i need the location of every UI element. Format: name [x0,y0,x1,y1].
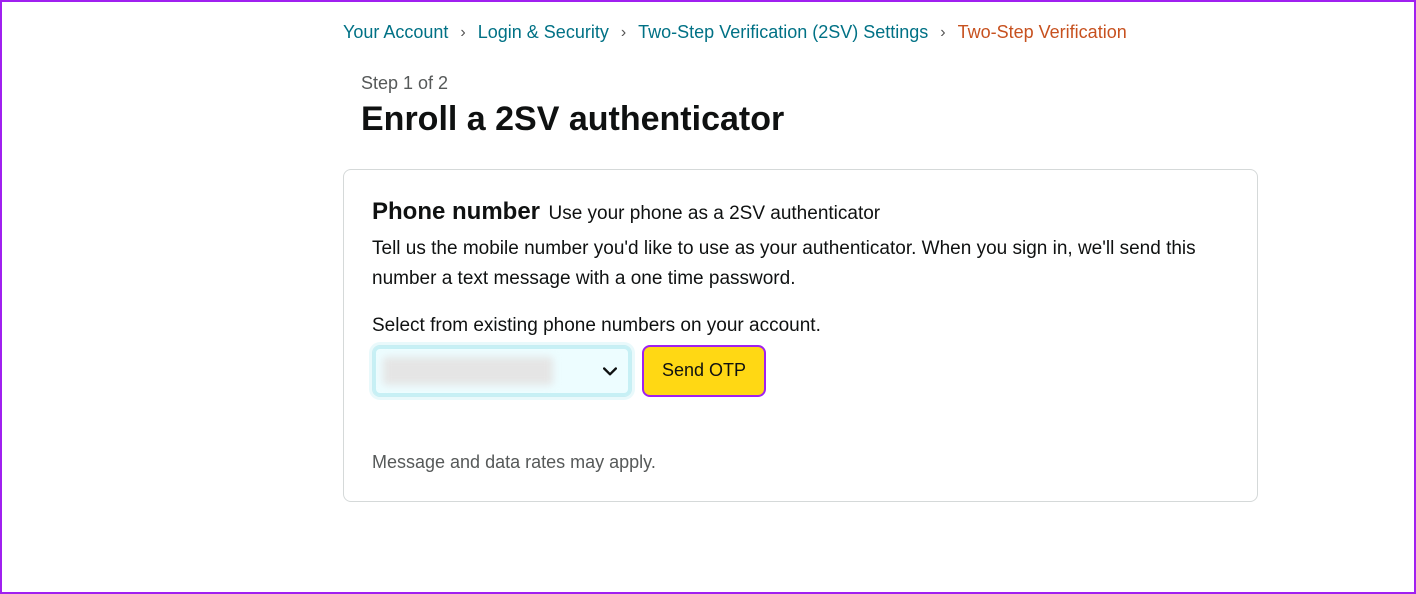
breadcrumb: Your Account › Login & Security › Two-St… [343,22,1258,43]
page-title: Enroll a 2SV authenticator [361,100,1258,139]
step-indicator: Step 1 of 2 [361,73,1258,94]
phone-number-select[interactable] [372,345,632,397]
send-otp-button[interactable]: Send OTP [642,345,766,397]
rates-disclaimer: Message and data rates may apply. [372,452,1229,473]
phone-select-label: Select from existing phone numbers on yo… [372,315,1229,337]
page-container: Your Account › Login & Security › Two-St… [158,22,1258,502]
breadcrumb-separator: › [621,24,626,42]
section-title: Phone number [372,198,540,225]
section-description: Tell us the mobile number you'd like to … [372,234,1229,295]
breadcrumb-link-2sv-settings[interactable]: Two-Step Verification (2SV) Settings [638,22,928,43]
section-subtitle: Use your phone as a 2SV authenticator [548,203,880,224]
controls-row: Send OTP [372,345,1229,397]
enroll-card: Phone number Use your phone as a 2SV aut… [343,169,1258,502]
section-header: Phone number Use your phone as a 2SV aut… [372,198,1229,226]
chevron-down-icon [603,364,617,378]
breadcrumb-separator: › [460,24,465,42]
breadcrumb-current: Two-Step Verification [958,22,1127,43]
breadcrumb-separator: › [940,24,945,42]
breadcrumb-link-your-account[interactable]: Your Account [343,22,448,43]
phone-number-value-redacted [383,357,553,385]
breadcrumb-link-login-security[interactable]: Login & Security [478,22,609,43]
